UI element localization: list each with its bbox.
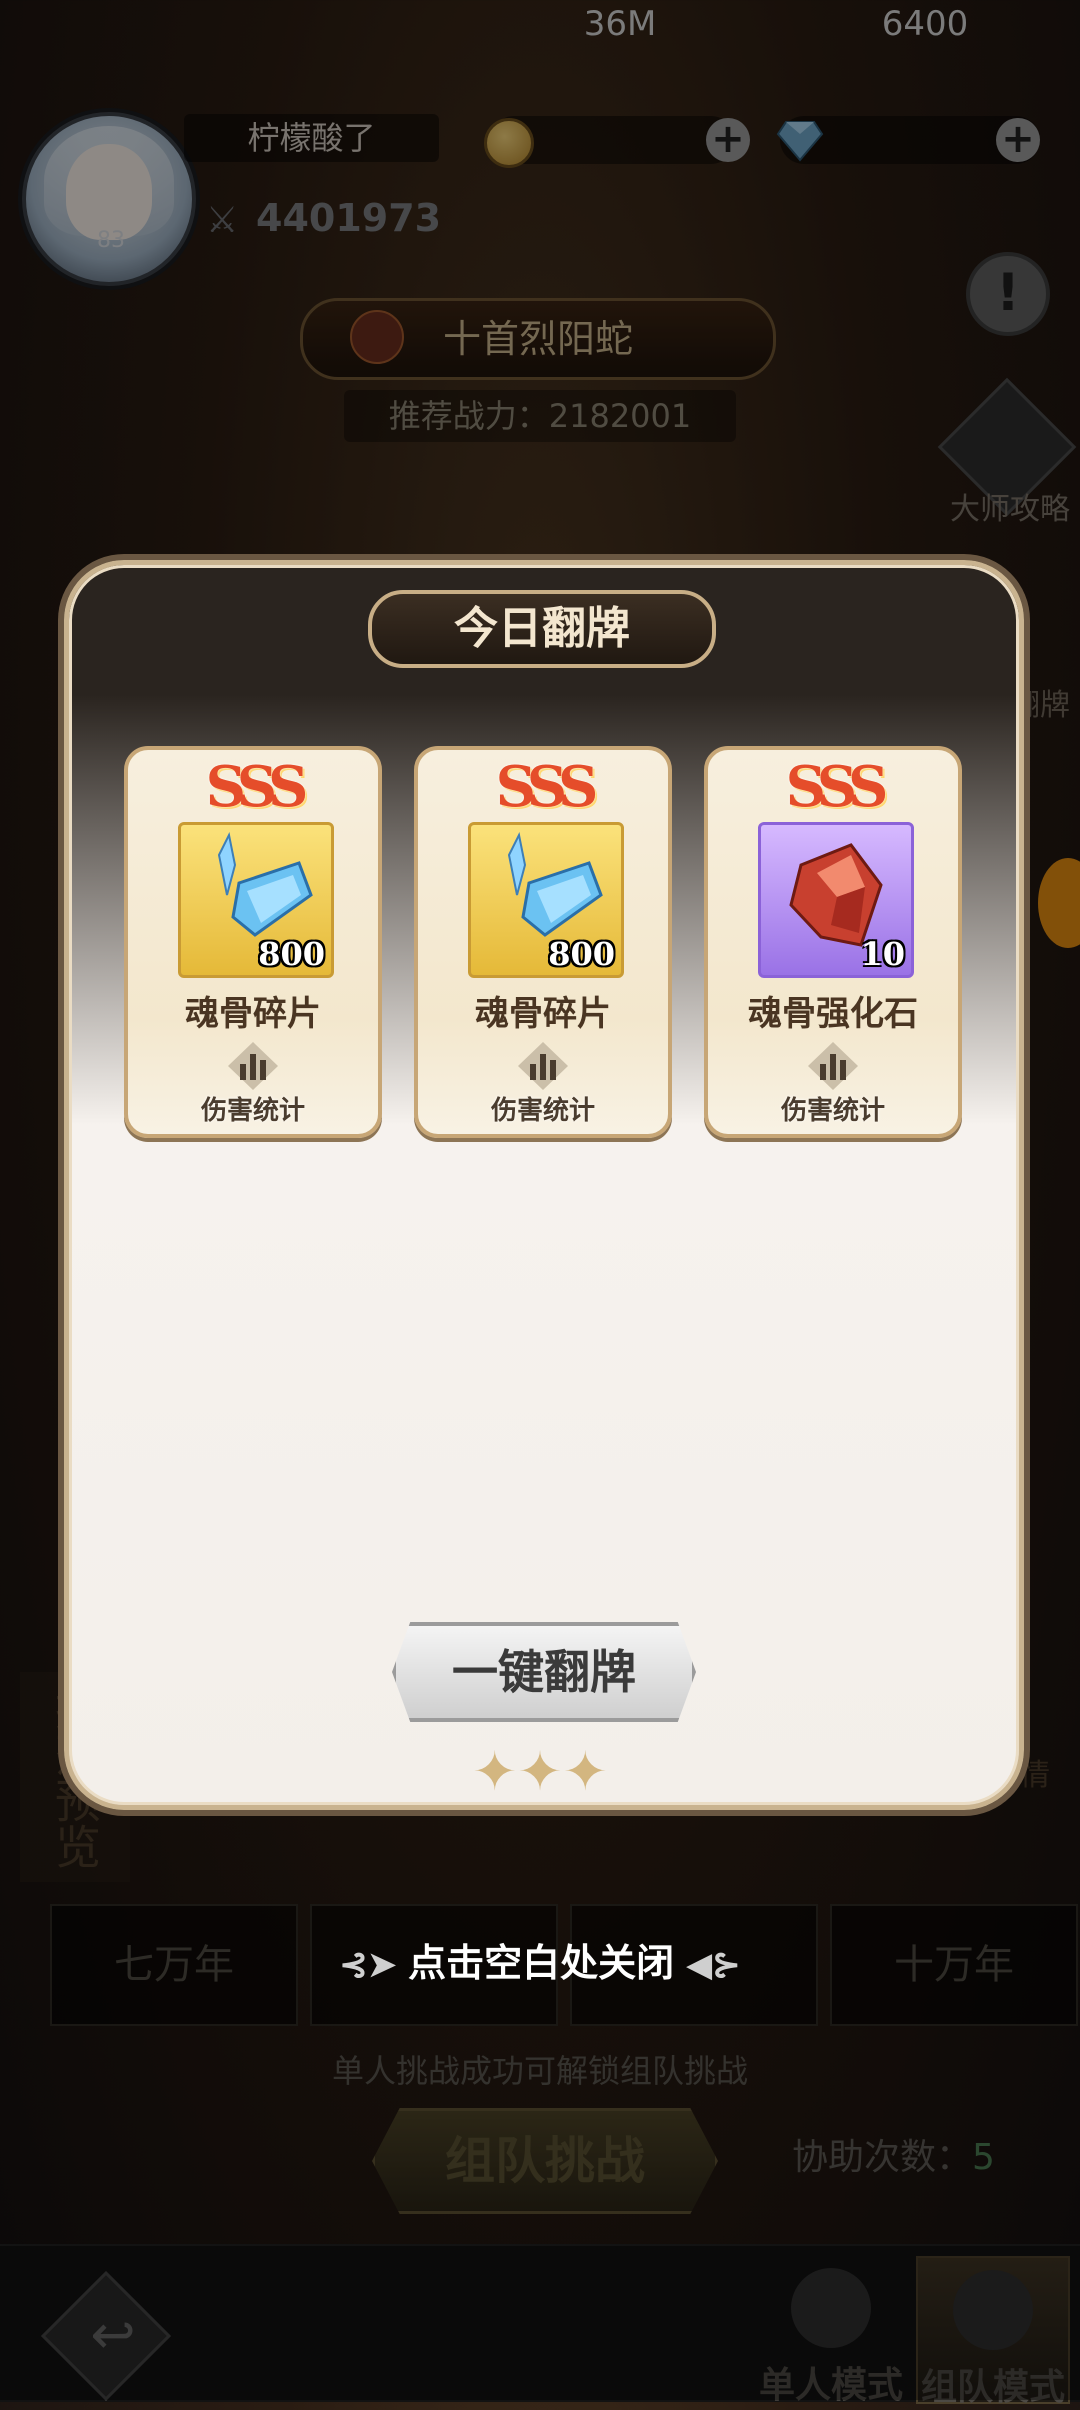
rank-badge: SSS	[205, 754, 309, 820]
item-name: 魂骨碎片	[185, 994, 321, 1034]
item-name: 魂骨碎片	[475, 994, 611, 1034]
left-ornament-icon: ⊰➤	[339, 1945, 409, 1985]
rank-badge: SSS	[785, 754, 889, 820]
soul-bone-enhance-stone-item: 10	[758, 822, 914, 978]
bar-chart-icon	[228, 1042, 278, 1090]
reward-card[interactable]: SSS 800 魂骨碎片 伤害统计	[414, 746, 672, 1138]
close-hint-text: 点击空白处关闭	[408, 1940, 675, 1985]
flip-all-button[interactable]: 一键翻牌	[392, 1622, 696, 1722]
close-hint[interactable]: ⊰➤ 点击空白处关闭 ◀⊱	[0, 1932, 1080, 1987]
right-ornament-icon: ◀⊱	[674, 1945, 741, 1985]
damage-stats-label: 伤害统计	[780, 1096, 885, 1126]
bar-chart-icon	[808, 1042, 858, 1090]
damage-stats-label: 伤害统计	[200, 1096, 305, 1126]
bar-chart-icon	[518, 1042, 568, 1090]
reward-card[interactable]: SSS 10 魂骨强化石 伤害统计	[704, 746, 962, 1138]
rank-badge: SSS	[495, 754, 599, 820]
sparkle-ornament-icon: ✦✦✦	[472, 1740, 608, 1803]
item-count: 800	[258, 935, 325, 973]
soul-bone-fragment-item: 800	[468, 822, 624, 978]
reward-card[interactable]: SSS 800 魂骨碎片 伤害统计	[124, 746, 382, 1138]
damage-stats-label: 伤害统计	[490, 1096, 595, 1126]
item-count: 800	[548, 935, 615, 973]
soul-bone-fragment-item: 800	[178, 822, 334, 978]
item-name: 魂骨强化石	[748, 994, 918, 1034]
item-count: 10	[860, 935, 905, 973]
modal-title: 今日翻牌	[368, 590, 716, 668]
